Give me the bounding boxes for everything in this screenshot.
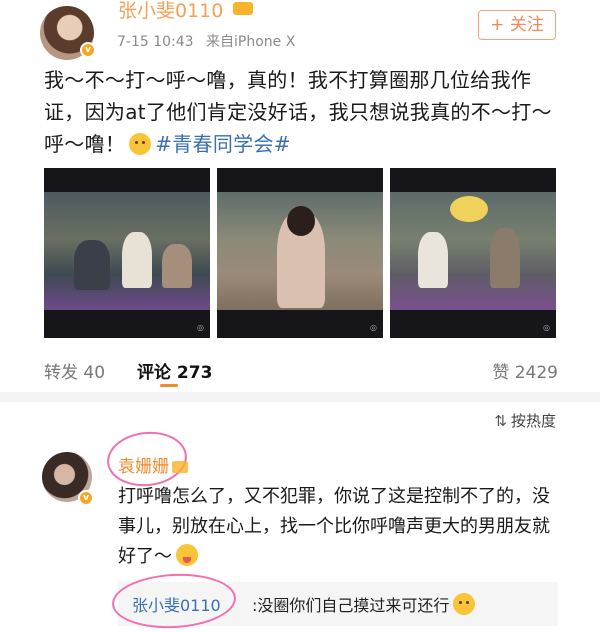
section-divider <box>0 392 600 402</box>
post-meta: 7-15 10:43 来自iPhone X <box>117 31 303 51</box>
post-time: 7-15 10:43 <box>117 34 194 50</box>
hashtag-link[interactable]: #青春同学会# <box>155 132 291 156</box>
comment-username-text: 袁姗姗 <box>118 457 169 477</box>
sort-lines-icon: ⇅ <box>494 412 507 430</box>
tab-repost[interactable]: 转发 40 <box>44 358 105 383</box>
post-source: 来自iPhone X <box>206 34 296 50</box>
upside-down-face-icon <box>453 593 476 615</box>
comment-text: 打呼噜怎么了，又不犯罪，你说了这是控制不了的，没事儿，别放在心上，找一个比你呼噜… <box>118 482 556 572</box>
post-images: ◎ ◎ ◎ <box>44 168 556 338</box>
watermark-icon: ◎ <box>543 323 550 332</box>
watermark-icon: ◎ <box>370 323 377 332</box>
sort-label: 按热度 <box>510 412 556 430</box>
sort-by-hot-button[interactable]: ⇅ 按热度 <box>494 410 556 431</box>
active-tab-indicator <box>160 384 178 387</box>
post-image-1[interactable]: ◎ <box>44 168 210 338</box>
post-text: 我～不～打～呼～噜，真的！我不打算圈那几位给我作证，因为at了他们肯定没好话，我… <box>44 64 564 160</box>
tongue-face-icon <box>176 544 198 566</box>
post-username[interactable]: 张小斐0110 <box>118 0 223 23</box>
post-body: 我～不～打～呼～噜，真的！我不打算圈那几位给我作证，因为at了他们肯定没好话，我… <box>44 68 552 156</box>
reply-body: :没圈你们自己摸过来可还行 <box>252 596 450 615</box>
upside-down-face-icon <box>129 133 152 155</box>
comment-username[interactable]: 袁姗姗 <box>118 452 188 477</box>
post-image-3[interactable]: ◎ <box>390 168 556 338</box>
member-level-icon <box>233 2 253 15</box>
member-level-icon <box>172 461 188 473</box>
tab-likes[interactable]: 赞 2429 <box>492 358 558 383</box>
tab-comments[interactable]: 评论 273 <box>137 358 212 383</box>
follow-button[interactable]: + 关注 <box>478 10 556 40</box>
watermark-icon: ◎ <box>197 323 204 332</box>
verified-badge-icon: v <box>80 42 96 58</box>
verified-badge-icon: v <box>78 490 94 506</box>
stats-bar: 转发 40 评论 273 赞 2429 <box>0 352 600 388</box>
post-header: v 张小斐0110 7-15 10:43 来自iPhone X + 关注 <box>0 0 600 60</box>
reply-text: :没圈你们自己摸过来可还行 <box>252 592 479 616</box>
post-image-2[interactable]: ◎ <box>217 168 383 338</box>
